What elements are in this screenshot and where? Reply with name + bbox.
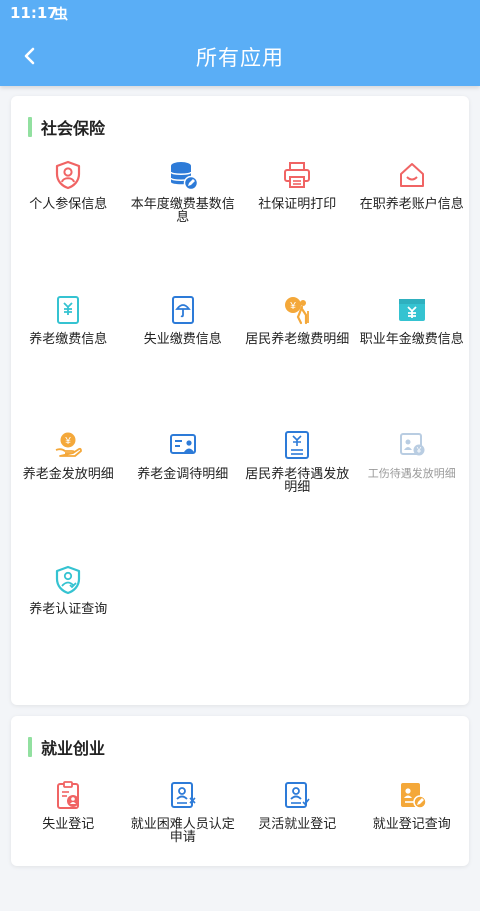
app-label: 灵活就业登记 bbox=[258, 817, 337, 832]
app-header: 11:17 虫 所有应用 bbox=[0, 0, 480, 86]
app-label: 养老金调待明细 bbox=[137, 467, 229, 482]
app-pension-authentication-query[interactable]: 养老认证查询 bbox=[11, 561, 126, 696]
social-insurance-card: 社会保险 个人参保信息 本年度缴费基数信息 社保证明打印 在职养老账户信息 养老… bbox=[11, 96, 469, 705]
injury-card-icon: ¥ bbox=[397, 430, 427, 460]
yuan-list-icon bbox=[282, 430, 312, 460]
app-label: 本年度缴费基数信息 bbox=[130, 197, 235, 225]
app-label: 养老缴费信息 bbox=[29, 332, 108, 347]
person-document-icon bbox=[168, 780, 198, 810]
section-title: 就业创业 bbox=[41, 739, 106, 758]
app-label: 养老认证查询 bbox=[29, 602, 108, 617]
app-employment-registration-query[interactable]: 就业登记查询 bbox=[355, 776, 470, 911]
house-icon bbox=[397, 160, 427, 190]
app-employment-difficulty-application[interactable]: 就业困难人员认定申请 bbox=[126, 776, 241, 911]
svg-text:¥: ¥ bbox=[416, 446, 422, 455]
app-label: 社保证明打印 bbox=[258, 197, 337, 212]
id-card-icon bbox=[168, 430, 198, 460]
app-grid: 个人参保信息 本年度缴费基数信息 社保证明打印 在职养老账户信息 养老缴费信息 bbox=[11, 156, 469, 696]
employment-card: 就业创业 失业登记 就业困难人员认定申请 灵活就业登记 就业登记查询 bbox=[11, 716, 469, 866]
app-pension-account-info[interactable]: 在职养老账户信息 bbox=[355, 156, 470, 291]
shield-check-icon bbox=[53, 565, 83, 595]
app-grid: 失业登记 就业困难人员认定申请 灵活就业登记 就业登记查询 bbox=[11, 776, 469, 911]
app-pension-payment-info[interactable]: 养老缴费信息 bbox=[11, 291, 126, 426]
app-insurance-certificate-print[interactable]: 社保证明打印 bbox=[240, 156, 355, 291]
app-resident-pension-benefit-detail[interactable]: 居民养老待遇发放明细 bbox=[240, 426, 355, 561]
app-label: 职业年金缴费信息 bbox=[359, 332, 464, 347]
clipboard-person-icon bbox=[53, 780, 83, 810]
document-edit-icon bbox=[397, 780, 427, 810]
app-unemployment-registration[interactable]: 失业登记 bbox=[11, 776, 126, 911]
app-label: 就业困难人员认定申请 bbox=[130, 817, 235, 845]
status-notification-icon: 虫 bbox=[54, 7, 68, 23]
app-resident-pension-payment-detail[interactable]: ¥ 居民养老缴费明细 bbox=[240, 291, 355, 426]
elder-yuan-icon: ¥ bbox=[282, 295, 312, 325]
app-label: 在职养老账户信息 bbox=[359, 197, 464, 212]
section-title: 社会保险 bbox=[41, 119, 106, 138]
app-unemployment-payment-info[interactable]: 失业缴费信息 bbox=[126, 291, 241, 426]
app-label: 就业登记查询 bbox=[372, 817, 451, 832]
app-occupational-annuity-info[interactable]: 职业年金缴费信息 bbox=[355, 291, 470, 426]
app-personal-insurance-info[interactable]: 个人参保信息 bbox=[11, 156, 126, 291]
section-accent-bar bbox=[28, 117, 32, 137]
hand-coin-icon: ¥ bbox=[53, 430, 83, 460]
app-label: 工伤待遇发放明细 bbox=[367, 467, 456, 480]
umbrella-document-icon bbox=[168, 295, 198, 325]
section-header: 社会保险 bbox=[28, 116, 105, 138]
app-label: 失业缴费信息 bbox=[143, 332, 222, 347]
section-accent-bar bbox=[28, 737, 32, 757]
person-shield-icon bbox=[53, 160, 83, 190]
app-pension-distribution-detail[interactable]: ¥ 养老金发放明细 bbox=[11, 426, 126, 561]
yuan-document-icon bbox=[53, 295, 83, 325]
app-pension-adjustment-detail[interactable]: 养老金调待明细 bbox=[126, 426, 241, 561]
app-work-injury-benefit-detail[interactable]: ¥ 工伤待遇发放明细 bbox=[355, 426, 470, 561]
app-label: 居民养老缴费明细 bbox=[245, 332, 350, 347]
person-document-icon bbox=[282, 780, 312, 810]
app-flexible-employment-registration[interactable]: 灵活就业登记 bbox=[240, 776, 355, 911]
app-label: 养老金发放明细 bbox=[22, 467, 114, 482]
app-annual-base-info[interactable]: 本年度缴费基数信息 bbox=[126, 156, 241, 291]
status-time: 11:17 bbox=[10, 4, 58, 22]
svg-text:¥: ¥ bbox=[64, 436, 71, 447]
svg-text:¥: ¥ bbox=[289, 301, 296, 312]
page-title: 所有应用 bbox=[196, 46, 284, 70]
database-edit-icon bbox=[168, 160, 198, 190]
app-label: 居民养老待遇发放明细 bbox=[245, 467, 350, 495]
app-label: 个人参保信息 bbox=[29, 197, 108, 212]
section-header: 就业创业 bbox=[28, 736, 105, 758]
app-label: 失业登记 bbox=[42, 817, 95, 832]
printer-icon bbox=[282, 160, 312, 190]
yuan-card-icon bbox=[397, 295, 427, 325]
